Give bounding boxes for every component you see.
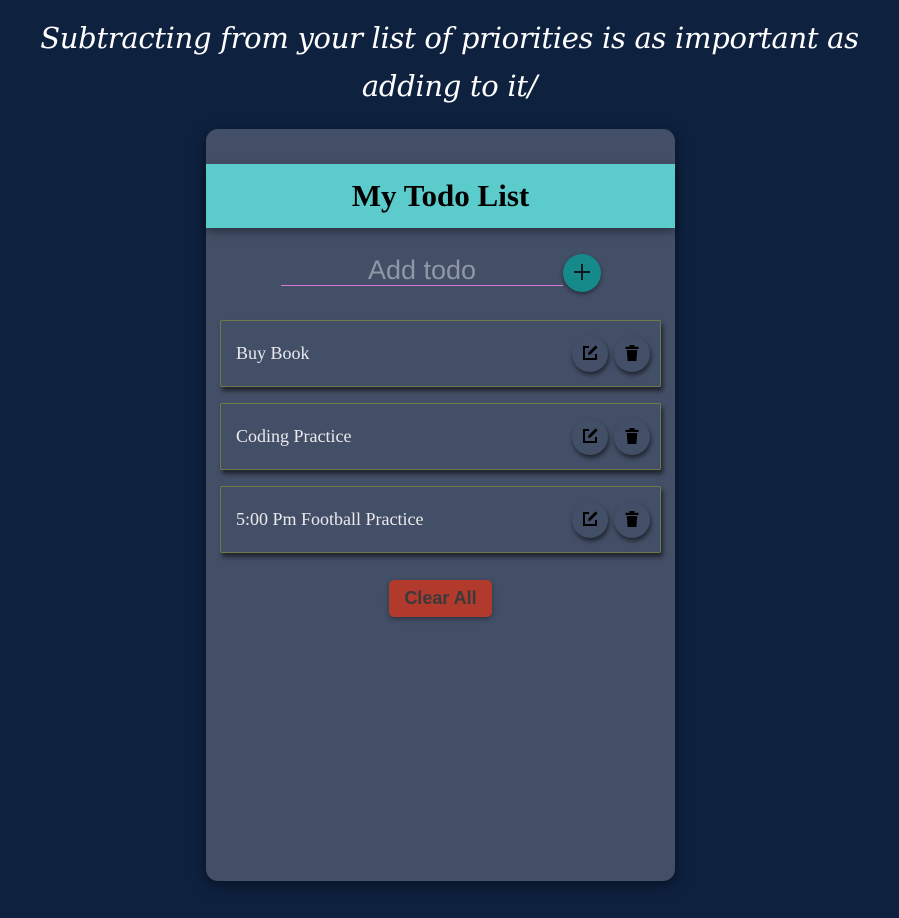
page-title: My Todo List [351, 178, 530, 213]
todo-text: Buy Book [236, 343, 310, 363]
todo-list: Buy Book Coding Practice 5:00 Pm Footbal… [220, 320, 661, 569]
edit-todo-button[interactable] [572, 336, 608, 372]
edit-todo-button[interactable] [572, 419, 608, 455]
add-todo-row [281, 254, 611, 295]
edit-icon [580, 509, 600, 532]
edit-todo-button[interactable] [572, 502, 608, 538]
edit-icon [580, 343, 600, 366]
plus-icon [572, 262, 592, 285]
motivational-quote: Subtracting from your list of priorities… [40, 21, 859, 103]
todo-item: Coding Practice [220, 403, 661, 470]
trash-icon [625, 510, 639, 530]
todo-card: My Todo List Buy Book [206, 129, 675, 881]
add-todo-button[interactable] [563, 254, 601, 292]
delete-todo-button[interactable] [614, 419, 650, 455]
trash-icon [625, 427, 639, 447]
card-header: My Todo List [206, 164, 675, 228]
clear-all-button[interactable]: Clear All [389, 580, 492, 617]
trash-icon [625, 344, 639, 364]
todo-text: 5:00 Pm Football Practice [236, 509, 424, 529]
todo-item: 5:00 Pm Football Practice [220, 486, 661, 553]
add-todo-input[interactable] [281, 255, 563, 286]
delete-todo-button[interactable] [614, 502, 650, 538]
todo-item: Buy Book [220, 320, 661, 387]
delete-todo-button[interactable] [614, 336, 650, 372]
todo-text: Coding Practice [236, 426, 352, 446]
edit-icon [580, 426, 600, 449]
